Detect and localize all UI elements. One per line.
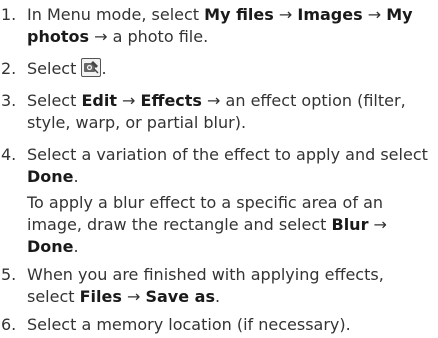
text-run: Select (27, 91, 82, 110)
menu-term: Images (297, 5, 363, 24)
note-line: image, draw the rectangle and select Blu… (27, 214, 435, 236)
arrow-separator: → (362, 5, 387, 24)
arrow-separator: → (368, 215, 387, 234)
menu-term: photos (27, 27, 89, 46)
text-run: . (73, 237, 79, 256)
text-run: Select a variation of the effect to appl… (27, 145, 428, 164)
text-run: style, warp, or partial blur). (27, 113, 247, 132)
arrow-separator: → (121, 287, 146, 306)
menu-term: Done (27, 167, 74, 186)
instructions-document: 1. In Menu mode, select My files → Image… (0, 0, 438, 338)
text-run: When you are finished with applying effe… (27, 265, 384, 284)
text-line: style, warp, or partial blur). (27, 112, 435, 134)
text-line: When you are finished with applying effe… (27, 264, 435, 286)
text-run: a photo file. (112, 27, 209, 46)
text-line: In Menu mode, select My files → Images →… (27, 4, 435, 26)
text-run: select (27, 287, 80, 306)
step-number: 5. (1, 265, 17, 284)
text-run: To apply a blur effect to a specific are… (27, 193, 384, 212)
step-number: 2. (1, 59, 17, 78)
arrow-separator: → (273, 5, 298, 24)
text-line: select Files → Save as. (27, 286, 435, 308)
text-run: . (73, 167, 79, 186)
note-line: To apply a blur effect to a specific are… (27, 192, 435, 214)
text-run: . (214, 287, 221, 306)
text-line: photos → a photo file. (27, 26, 435, 48)
step-text: In Menu mode, select My files → Images →… (27, 4, 435, 48)
text-run: In Menu mode, select (27, 5, 205, 24)
step-text: Select Edit → Effects → an effect option… (27, 90, 435, 134)
menu-term: My files (204, 5, 274, 24)
text-run: an effect option (filter, (225, 91, 406, 110)
text-run: . (101, 59, 107, 78)
text-line: Select . (27, 58, 435, 80)
text-run: Select a memory location (if necessary). (27, 315, 351, 334)
photo-editor-icon (81, 58, 102, 77)
step-text: When you are finished with applying effe… (27, 264, 435, 308)
step-number: 3. (1, 91, 17, 110)
step-text: Select a variation of the effect to appl… (27, 144, 435, 258)
menu-term: Save as (145, 287, 215, 306)
menu-term: Effects (140, 91, 202, 110)
menu-term: My (386, 5, 413, 24)
text-line: Select a memory location (if necessary). (27, 314, 435, 336)
arrow-separator: → (201, 91, 226, 110)
step-text: Select a memory location (if necessary). (27, 314, 435, 336)
text-run: Select (27, 59, 82, 78)
text-run: image, draw the rectangle and select (27, 215, 332, 234)
note-line: Done. (27, 236, 435, 258)
arrow-separator: → (116, 91, 141, 110)
menu-term: Done (27, 237, 74, 256)
menu-term: Blur (331, 215, 369, 234)
step-number: 6. (1, 315, 17, 334)
text-line: Done. (27, 166, 435, 188)
text-line: Select a variation of the effect to appl… (27, 144, 435, 166)
arrow-separator: → (89, 27, 113, 46)
menu-term: Edit (81, 91, 117, 110)
menu-term: Files (79, 287, 122, 306)
step-text: Select . (27, 58, 435, 80)
step-number: 1. (1, 5, 17, 24)
text-line: Select Edit → Effects → an effect option… (27, 90, 435, 112)
step-number: 4. (1, 145, 17, 164)
